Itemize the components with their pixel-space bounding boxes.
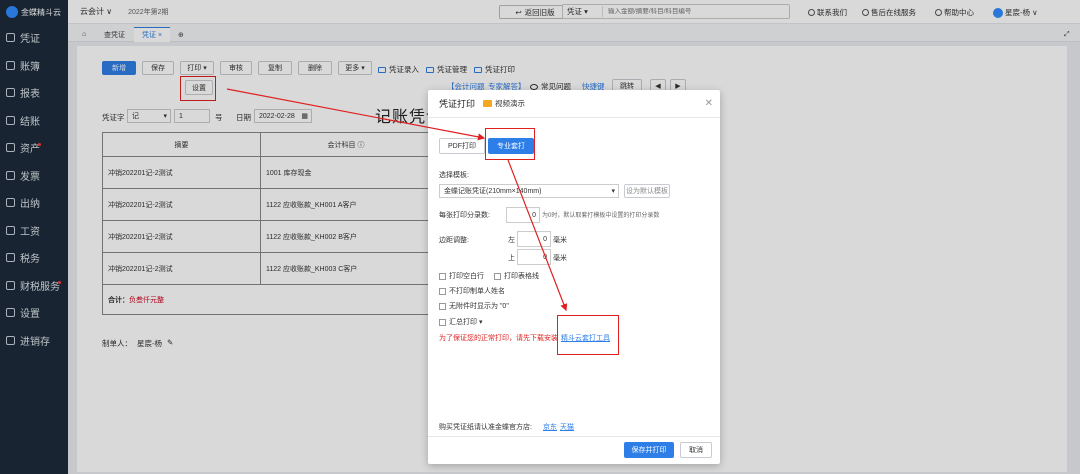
left-margin-unit: 毫米 <box>553 237 567 244</box>
highlight-tool-link <box>557 315 619 355</box>
print-empty-rows-checkbox[interactable]: 打印空白行 <box>439 271 484 281</box>
highlight-pro-print <box>485 128 535 160</box>
left-margin-input[interactable]: 0 <box>517 231 551 247</box>
margin-label: 边距调整: <box>439 237 469 244</box>
print-table-lines-checkbox[interactable]: 打印表格线 <box>494 271 539 281</box>
install-warning: 为了保证您的正常打印，请先下载安装 <box>439 335 558 342</box>
copies-hint: 为0时，默认取套打模板中设置的打印分录数 <box>542 213 660 219</box>
dialog-header: 凭证打印 视频演示 <box>428 90 720 118</box>
dialog-title: 凭证打印 <box>439 99 476 109</box>
tmall-link[interactable]: 天猫 <box>560 422 574 432</box>
chevron-down-icon: ▾ <box>611 188 615 195</box>
video-icon <box>483 100 493 107</box>
copies-label: 每张打印分录数: <box>439 212 490 219</box>
close-icon[interactable]: ✕ <box>705 98 713 109</box>
pdf-print-tab[interactable]: PDF打印 <box>439 138 485 154</box>
template-label: 选择模板: <box>439 172 469 179</box>
video-demo-link[interactable]: 视频演示 <box>483 98 525 109</box>
summary-print-checkbox[interactable]: 汇总打印 ▾ <box>439 317 482 327</box>
dialog-footer-divider <box>428 436 720 437</box>
jd-link[interactable]: 京东 <box>543 422 557 432</box>
no-maker-name-checkbox[interactable]: 不打印制单人姓名 <box>439 286 505 296</box>
left-margin-label: 左 <box>508 237 515 244</box>
top-margin-input[interactable]: 0 <box>517 249 551 265</box>
no-attachment-zero-checkbox[interactable]: 无附件时显示为 "0" <box>439 301 509 311</box>
save-and-print-button[interactable]: 保存并打印 <box>624 442 674 458</box>
top-margin-unit: 毫米 <box>553 255 567 262</box>
set-default-template-button[interactable]: 设为默认模板 <box>624 184 670 198</box>
voucher-print-dialog: 凭证打印 视频演示 ✕ PDF打印 专业套打 选择模板: 金蝶记账凭证(210m… <box>428 90 720 464</box>
buy-paper-label: 购买凭证纸请认准金蝶官方店: <box>439 424 532 431</box>
cancel-button[interactable]: 取消 <box>680 442 712 458</box>
template-select[interactable]: 金蝶记账凭证(210mm×140mm) ▾ <box>439 184 619 198</box>
copies-input[interactable]: 0 <box>506 207 540 223</box>
top-margin-label: 上 <box>508 255 515 262</box>
